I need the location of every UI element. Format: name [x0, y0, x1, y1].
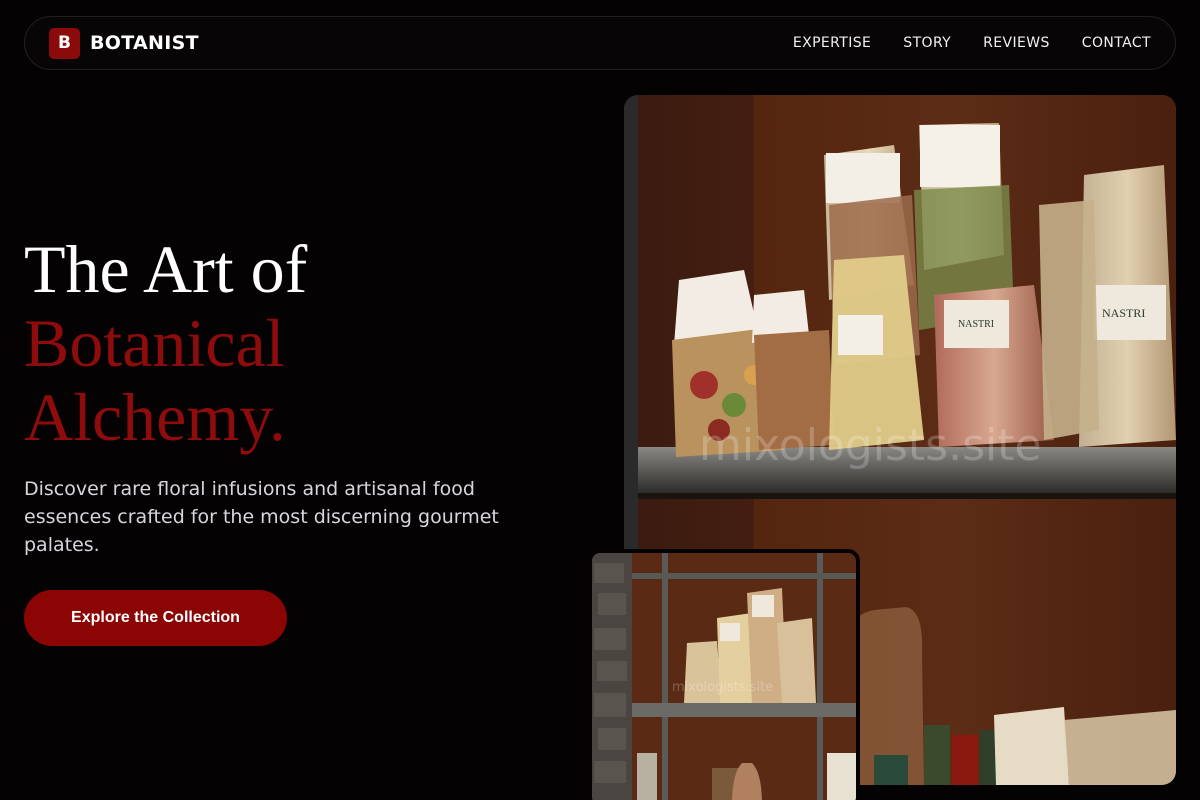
brand-name: BOTANIST — [90, 32, 199, 54]
inset-photo-watermark: mixologists.site — [672, 680, 773, 695]
landing-page: B BOTANIST EXPERTISE STORY REVIEWS CONTA… — [0, 0, 1200, 800]
top-navbar: B BOTANIST EXPERTISE STORY REVIEWS CONTA… — [24, 16, 1176, 70]
nav-link-story[interactable]: STORY — [903, 35, 951, 51]
nav-link-expertise[interactable]: EXPERTISE — [793, 35, 871, 51]
explore-collection-button[interactable]: Explore the Collection — [24, 590, 287, 646]
bag-label-nastri-2: NASTRI — [958, 319, 994, 330]
nav-link-contact[interactable]: CONTACT — [1082, 35, 1151, 51]
hero-title-line-3: Alchemy. — [24, 379, 286, 455]
hero-inset-photo: mixologists.site — [588, 549, 860, 800]
hero-title-line-2: Botanical — [24, 305, 285, 381]
shelf-inset-illustration: mixologists.site — [592, 553, 856, 800]
hero-description: Discover rare floral infusions and artis… — [24, 478, 499, 556]
bag-label-nastri: NASTRI — [1102, 306, 1145, 320]
hero-title: The Art of Botanical Alchemy. — [24, 232, 307, 454]
hero-title-line-1: The Art of — [24, 231, 308, 307]
brand-mark-icon: B — [49, 27, 80, 59]
nav-link-reviews[interactable]: REVIEWS — [983, 35, 1050, 51]
main-photo-watermark: mixologists.site — [699, 420, 1042, 471]
brand-logo[interactable]: B BOTANIST — [49, 27, 199, 59]
nav-links: EXPERTISE STORY REVIEWS CONTACT — [793, 35, 1151, 51]
